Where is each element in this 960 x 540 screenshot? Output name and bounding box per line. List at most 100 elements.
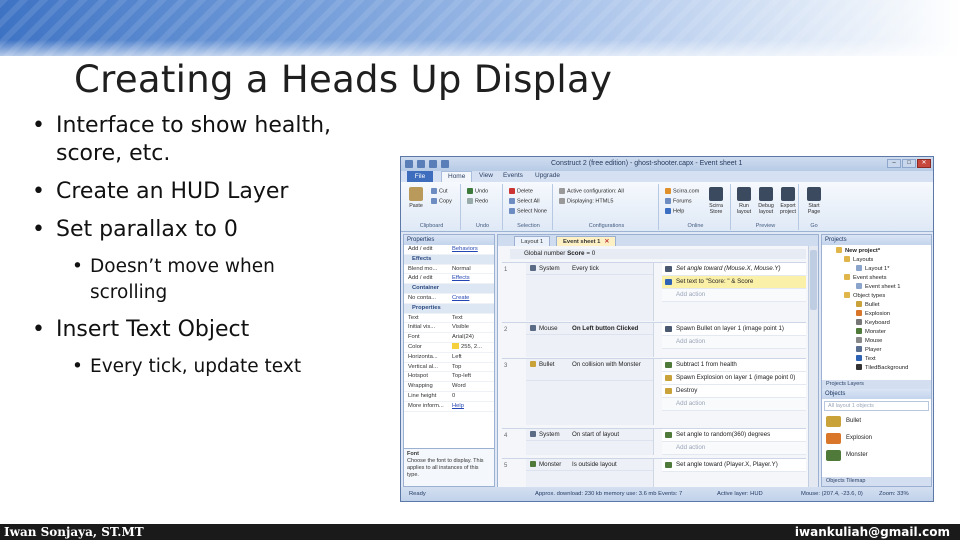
displaying-dropdown[interactable]: Displaying: HTML5 xyxy=(559,198,613,204)
add-action-link[interactable]: Add action xyxy=(662,336,806,349)
add-action-link[interactable]: Add action xyxy=(662,398,806,411)
scirra-store-button[interactable]: Scirra Store xyxy=(705,187,727,215)
cut-button[interactable]: Cut xyxy=(431,188,448,194)
tree-node[interactable]: Mouse xyxy=(822,337,931,346)
property-category[interactable]: Properties xyxy=(404,303,494,314)
event-block[interactable]: 1 System Every tick Set angle toward (Mou… xyxy=(502,262,806,321)
property-value[interactable]: Help xyxy=(450,402,494,411)
property-value[interactable]: 0 xyxy=(450,392,494,401)
property-row[interactable]: Line height 0 xyxy=(404,392,494,402)
action-row[interactable]: Spawn Bullet on layer 1 (image point 1) xyxy=(662,323,806,336)
condition-row[interactable]: System Every tick xyxy=(526,263,653,275)
tree-node-folder[interactable]: Event sheets xyxy=(822,274,931,283)
debug-layout-button[interactable]: Debug layout xyxy=(755,187,777,215)
tree-node[interactable]: Text xyxy=(822,355,931,364)
tree-node[interactable]: Player xyxy=(822,346,931,355)
tree-node[interactable]: Keyboard xyxy=(822,319,931,328)
action-row[interactable]: Subtract 1 from health xyxy=(662,359,806,372)
objects-filter[interactable]: All layout 1 objects xyxy=(824,401,929,411)
tab-layout-1[interactable]: Layout 1 xyxy=(514,236,551,246)
delete-button[interactable]: Delete xyxy=(509,188,533,194)
property-value[interactable]: Top xyxy=(450,363,494,372)
event-sheet-scrollbar[interactable] xyxy=(808,246,818,488)
property-value[interactable]: Behaviors xyxy=(450,245,494,254)
minimize-button[interactable]: – xyxy=(887,159,901,168)
tree-node[interactable]: Event sheet 1 xyxy=(822,283,931,292)
action-row[interactable]: Destroy xyxy=(662,385,806,398)
event-conditions[interactable]: System Every tick xyxy=(526,263,654,321)
paste-button[interactable]: Paste xyxy=(405,187,427,209)
tree-node-folder[interactable]: Layouts xyxy=(822,256,931,265)
projects-layers-tabs[interactable]: Projects Layers xyxy=(822,380,931,389)
tree-node[interactable]: TiledBackground xyxy=(822,364,931,373)
select-all-button[interactable]: Select All xyxy=(509,198,540,204)
action-row-selected[interactable]: Set text to "Score: " & Score xyxy=(662,276,806,289)
condition-row[interactable]: Monster Is outside layout xyxy=(526,459,653,471)
property-value[interactable]: Visible xyxy=(450,323,494,332)
action-row[interactable]: Set angle toward (Player.X, Player.Y) xyxy=(662,459,806,472)
run-layout-button[interactable]: Run layout xyxy=(733,187,755,215)
event-conditions[interactable]: Monster Is outside layout xyxy=(526,459,654,487)
tab-events[interactable]: Events xyxy=(503,172,523,179)
condition-row[interactable]: Bullet On collision with Monster xyxy=(526,359,653,381)
property-value[interactable]: Left xyxy=(450,353,494,362)
object-item-monster[interactable]: Monster xyxy=(822,447,931,464)
event-conditions[interactable]: Bullet On collision with Monster xyxy=(526,359,654,425)
tab-view[interactable]: View xyxy=(479,172,493,179)
property-value[interactable]: Normal xyxy=(450,265,494,274)
property-row[interactable]: Horizonta... Left xyxy=(404,353,494,363)
tree-node[interactable]: Bullet xyxy=(822,301,931,310)
scirra-link[interactable]: Scirra.com xyxy=(665,188,699,194)
help-link[interactable]: Help xyxy=(665,208,684,214)
property-value[interactable]: 255, 2... xyxy=(450,342,494,352)
property-row[interactable]: Text Text xyxy=(404,314,494,324)
tree-node[interactable]: Layout 1* xyxy=(822,265,931,274)
forums-link[interactable]: Forums xyxy=(665,198,692,204)
add-action-link[interactable]: Add action xyxy=(662,289,806,302)
event-block[interactable]: 5 Monster Is outside layout Set angle tow… xyxy=(502,458,806,487)
add-action-link[interactable]: Add action xyxy=(662,442,806,455)
tree-node-folder[interactable]: Object types xyxy=(822,292,931,301)
close-tab-icon[interactable]: ✕ xyxy=(604,239,609,245)
event-block[interactable]: 4 System On start of layout Set angle to … xyxy=(502,428,806,455)
scrollbar-thumb[interactable] xyxy=(810,250,817,310)
tree-node-project[interactable]: New project* xyxy=(822,247,931,256)
app-logo-icon[interactable] xyxy=(405,160,413,168)
object-item-bullet[interactable]: Bullet xyxy=(822,413,931,430)
tab-file[interactable]: File xyxy=(407,171,433,182)
tab-event-sheet-1[interactable]: Event sheet 1 ✕ xyxy=(556,236,617,246)
event-block[interactable]: 2 Mouse On Left button Clicked Spawn Bull… xyxy=(502,322,806,357)
action-row[interactable]: Set angle toward (Mouse.X, Mouse.Y) xyxy=(662,263,806,276)
property-value[interactable]: Word xyxy=(450,382,494,391)
maximize-button[interactable]: □ xyxy=(902,159,916,168)
save-icon[interactable] xyxy=(417,160,425,168)
tab-upgrade[interactable]: Upgrade xyxy=(535,172,560,179)
copy-button[interactable]: Copy xyxy=(431,198,452,204)
property-row[interactable]: Color 255, 2... xyxy=(404,342,494,353)
event-block[interactable]: 3 Bullet On collision with Monster Subtra… xyxy=(502,358,806,425)
undo-icon[interactable] xyxy=(429,160,437,168)
property-value[interactable]: Arial(24) xyxy=(450,333,494,342)
tree-node[interactable]: Explosion xyxy=(822,310,931,319)
property-value[interactable]: Create xyxy=(450,294,494,303)
active-configuration-dropdown[interactable]: Active configuration: All xyxy=(559,188,624,194)
tree-node[interactable]: Monster xyxy=(822,328,931,337)
action-row[interactable]: Spawn Explosion on layer 1 (image point … xyxy=(662,372,806,385)
property-row[interactable]: Blend mo... Normal xyxy=(404,265,494,275)
action-row[interactable]: Set angle to random(360) degrees xyxy=(662,429,806,442)
start-page-button[interactable]: Start Page xyxy=(803,187,825,215)
property-value[interactable]: Effects xyxy=(450,274,494,283)
property-row[interactable]: More inform... Help xyxy=(404,402,494,412)
redo-icon[interactable] xyxy=(441,160,449,168)
condition-row[interactable]: System On start of layout xyxy=(526,429,653,441)
event-conditions[interactable]: System On start of layout xyxy=(526,429,654,455)
objects-tilemap-tabs[interactable]: Objects Tilemap xyxy=(822,477,931,486)
property-category[interactable]: Effects xyxy=(404,254,494,265)
property-row[interactable]: Font Arial(24) xyxy=(404,333,494,343)
tab-home[interactable]: Home xyxy=(441,171,473,182)
object-item-explosion[interactable]: Explosion xyxy=(822,430,931,447)
undo-button[interactable]: Undo xyxy=(467,188,488,194)
property-row[interactable]: Add / edit Behaviors xyxy=(404,245,494,255)
export-project-button[interactable]: Export project xyxy=(777,187,799,215)
property-row[interactable]: Initial vis... Visible xyxy=(404,323,494,334)
